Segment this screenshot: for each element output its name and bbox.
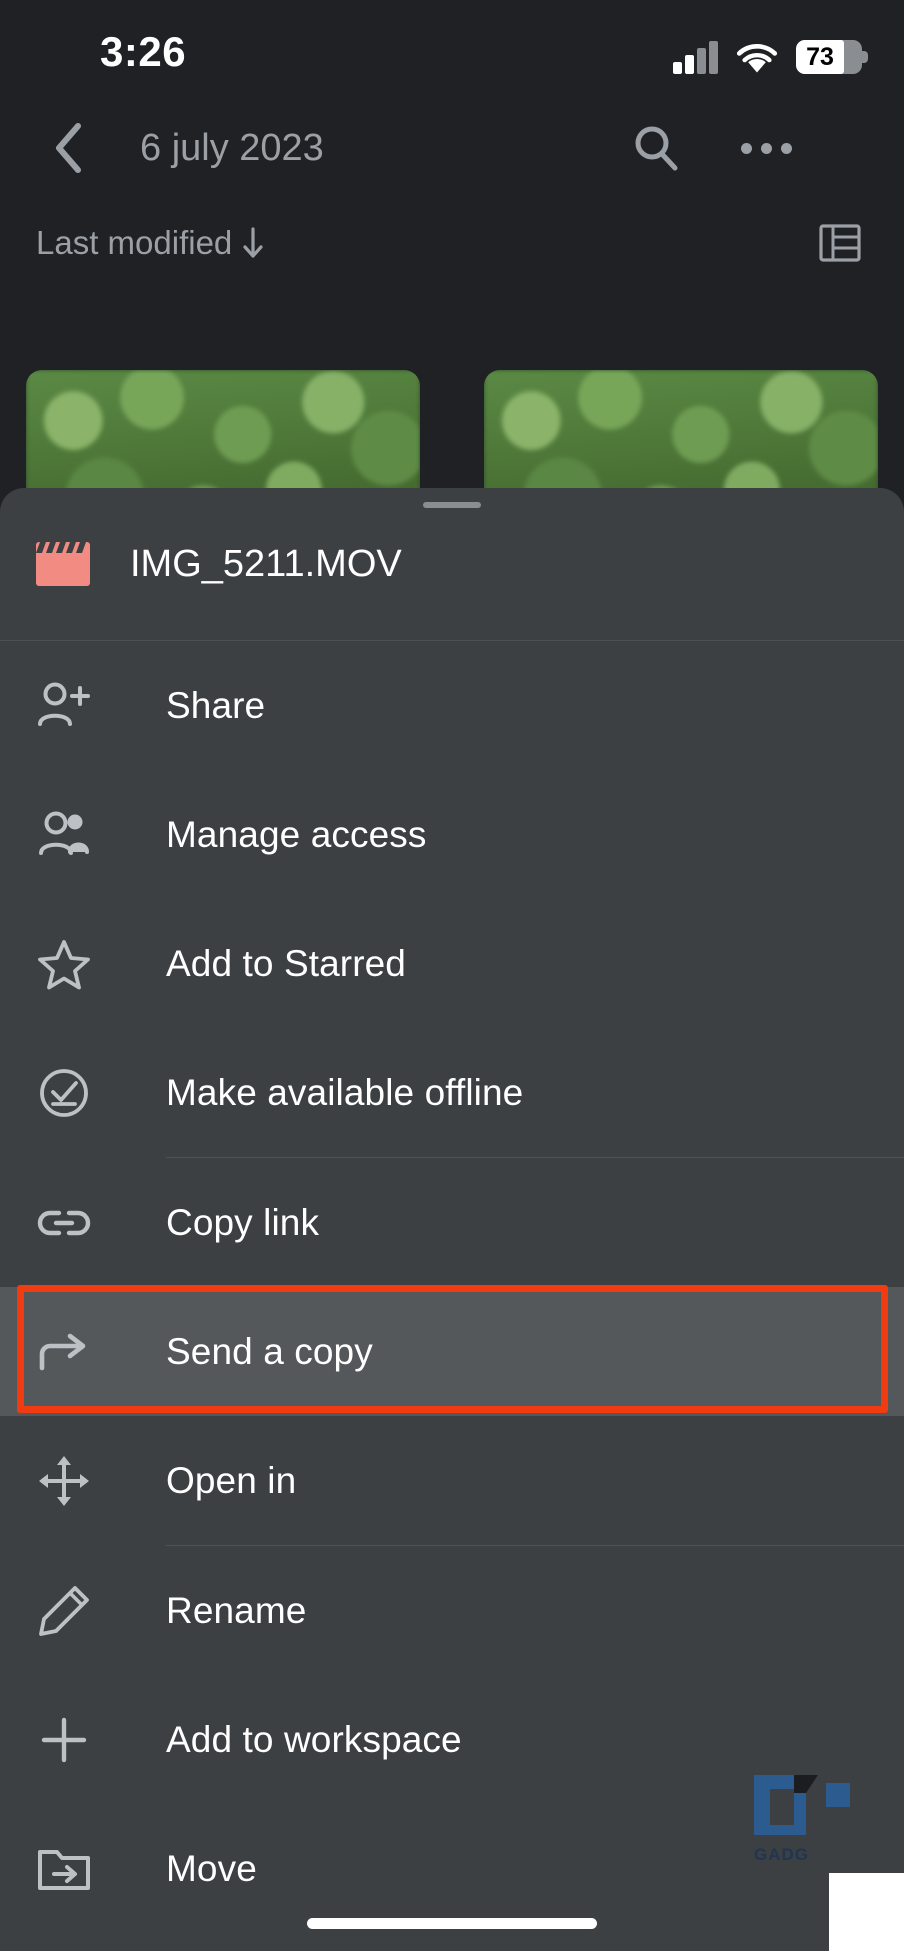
file-options-menu: Share Manage access Add to Starred Make … (0, 641, 904, 1933)
watermark-cover-overlay (829, 1873, 904, 1951)
folder-move-icon (36, 1841, 92, 1897)
more-horizontal-icon (740, 142, 792, 154)
overflow-menu-button[interactable] (730, 112, 802, 184)
pencil-icon (36, 1583, 92, 1639)
phone-screen: 3:26 73 6 july 2023 Last modified IMG_52… (0, 0, 904, 1951)
forward-arrow-icon (36, 1324, 92, 1380)
menu-item-share[interactable]: Share (0, 641, 904, 770)
video-clapperboard-icon (36, 542, 90, 586)
app-bar: 6 july 2023 (0, 100, 904, 198)
status-bar: 3:26 73 (0, 0, 904, 100)
sort-row: Last modified (0, 205, 904, 285)
watermark-icon (750, 1769, 858, 1841)
menu-item-label: Copy link (166, 1201, 320, 1243)
arrow-down-icon (243, 227, 263, 258)
link-icon (36, 1195, 92, 1251)
people-icon (36, 807, 92, 863)
home-indicator[interactable] (307, 1918, 597, 1929)
offline-check-icon (36, 1065, 92, 1121)
menu-item-label: Share (166, 684, 266, 726)
chevron-left-icon (56, 123, 81, 173)
menu-item-label: Add to workspace (166, 1718, 462, 1760)
sort-button[interactable]: Last modified (36, 217, 266, 269)
menu-item-rename[interactable]: Rename (0, 1546, 904, 1675)
wifi-icon (736, 42, 778, 74)
cellular-signal-icon (673, 40, 718, 74)
menu-item-label: Send a copy (166, 1330, 373, 1372)
menu-item-add-to-starred[interactable]: Add to Starred (0, 899, 904, 1028)
menu-item-label: Add to Starred (166, 942, 406, 984)
menu-item-label: Open in (166, 1459, 297, 1501)
search-button[interactable] (620, 112, 692, 184)
menu-item-label: Make available offline (166, 1071, 524, 1113)
menu-item-copy-link[interactable]: Copy link (0, 1158, 904, 1287)
menu-item-label: Manage access (166, 813, 427, 855)
open-in-move-icon (36, 1453, 92, 1509)
battery-percent-label: 73 (806, 43, 834, 71)
menu-item-manage-access[interactable]: Manage access (0, 770, 904, 899)
view-toggle-button[interactable] (812, 215, 868, 271)
watermark-logo: GADG (740, 1765, 886, 1877)
status-bar-clock: 3:26 (100, 28, 187, 75)
battery-icon: 73 (796, 40, 868, 74)
watermark-text: GADG (754, 1845, 809, 1864)
file-options-bottom-sheet: IMG_5211.MOV Share Manage access Add to … (0, 488, 904, 1951)
file-name-label: IMG_5211.MOV (130, 543, 402, 585)
menu-item-make-available-offline[interactable]: Make available offline (0, 1028, 904, 1157)
menu-item-send-a-copy[interactable]: Send a copy (0, 1287, 904, 1416)
page-title: 6 july 2023 (140, 127, 324, 169)
list-view-icon (819, 224, 861, 262)
status-bar-icons: 73 (673, 32, 868, 74)
search-icon (635, 126, 678, 171)
back-button[interactable] (34, 112, 106, 184)
sheet-file-header: IMG_5211.MOV (0, 488, 904, 640)
sort-label: Last modified (36, 224, 233, 261)
person-add-icon (36, 678, 92, 734)
menu-item-label: Move (166, 1847, 257, 1889)
plus-icon (36, 1712, 92, 1768)
menu-item-open-in[interactable]: Open in (0, 1416, 904, 1545)
menu-item-label: Rename (166, 1589, 307, 1631)
star-outline-icon (36, 936, 92, 992)
